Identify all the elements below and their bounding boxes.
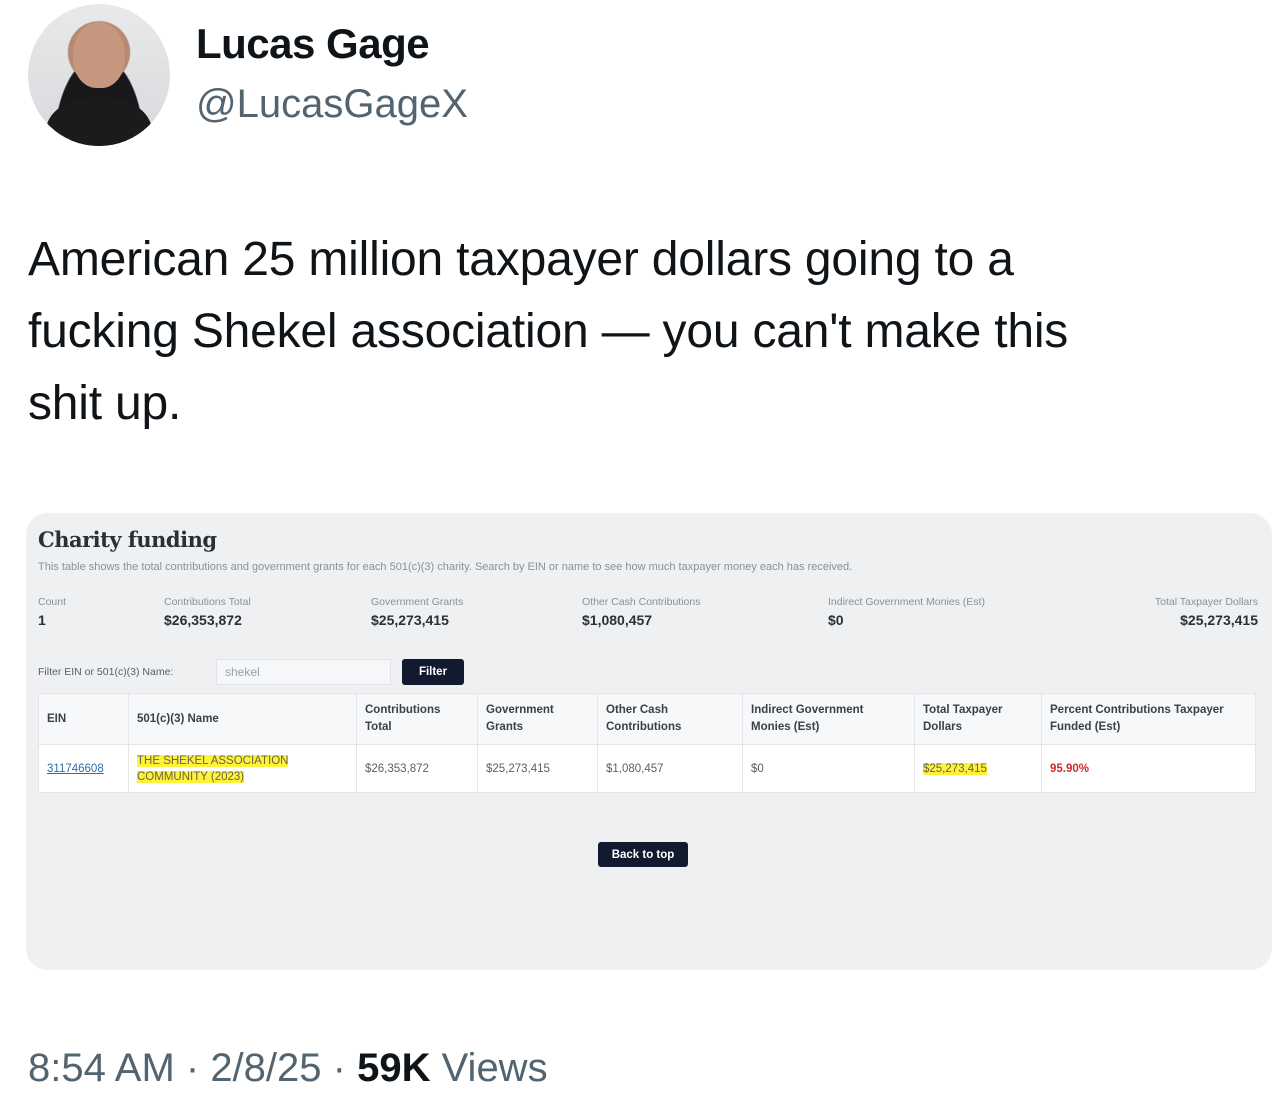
stat-total-taxpayer: Total Taxpayer Dollars $25,273,415 [1155, 596, 1258, 628]
table-row: 311746608 THE SHEKEL ASSOCIATION COMMUNI… [38, 744, 1256, 793]
stat-label: Indirect Government Monies (Est) [828, 596, 985, 608]
avatar[interactable] [28, 4, 170, 146]
stat-value: $26,353,872 [164, 612, 242, 628]
tweet-header: Lucas Gage @LucasGageX [28, 4, 1228, 154]
tweet-time[interactable]: 8:54 AM [28, 1046, 175, 1090]
filter-input[interactable]: shekel [216, 659, 391, 685]
column-header: Other Cash Contributions [597, 693, 743, 745]
stat-count: Count 1 [38, 596, 66, 628]
total-taxpayer-value: $25,273,415 [923, 762, 987, 775]
stat-label: Government Grants [371, 596, 464, 608]
tweet-date[interactable]: 2/8/25 [210, 1046, 321, 1090]
column-header: Indirect Government Monies (Est) [742, 693, 915, 745]
table-cell: THE SHEKEL ASSOCIATION COMMUNITY (2023) [128, 744, 357, 793]
card-description: This table shows the total contributions… [38, 561, 853, 573]
stat-contributions-total: Contributions Total $26,353,872 [164, 596, 251, 628]
views-count: 59K [357, 1046, 431, 1090]
stat-label: Other Cash Contributions [582, 596, 701, 608]
stat-label: Total Taxpayer Dollars [1154, 596, 1258, 608]
table-cell[interactable]: 311746608 [38, 744, 129, 793]
table-cell: $25,273,415 [914, 744, 1042, 793]
stat-value: $1,080,457 [582, 612, 653, 628]
stat-other-cash: Other Cash Contributions $1,080,457 [582, 596, 700, 628]
stat-label: Contributions Total [164, 596, 251, 608]
column-header: Contributions Total [356, 693, 478, 745]
author-name[interactable]: Lucas Gage [196, 20, 430, 68]
table-header-row: EIN 501(c)(3) Name Contributions Total G… [38, 693, 1256, 745]
table-cell: $26,353,872 [356, 744, 478, 793]
stat-value: 1 [38, 612, 46, 628]
ein-link[interactable]: 311746608 [47, 763, 104, 775]
charity-name: THE SHEKEL ASSOCIATION COMMUNITY (2023) [137, 754, 289, 783]
back-to-top-button[interactable]: Back to top [598, 842, 688, 867]
column-header: Government Grants [477, 693, 598, 745]
tweet-text-line: fucking Shekel association — you can't m… [28, 305, 1069, 358]
stat-label: Count [38, 596, 67, 608]
attached-image-card[interactable]: Charity funding This table shows the tot… [26, 513, 1272, 970]
author-handle[interactable]: @LucasGageX [196, 82, 468, 127]
filter-button[interactable]: Filter [402, 659, 464, 685]
column-header: Percent Contributions Taxpayer Funded (E… [1041, 693, 1256, 745]
tweet-text-line: American 25 million taxpayer dollars goi… [28, 233, 1014, 286]
stat-value: $25,273,415 [1180, 612, 1258, 628]
views-label: Views [441, 1046, 548, 1090]
tweet-text-line: shit up. [28, 377, 182, 430]
table-cell: $0 [742, 744, 915, 793]
table-cell: $25,273,415 [477, 744, 598, 793]
percent-funded-value: 95.90% [1050, 762, 1090, 775]
card-title: Charity funding [38, 527, 217, 552]
charity-table: EIN 501(c)(3) Name Contributions Total G… [38, 693, 1256, 793]
stat-value: $0 [828, 612, 844, 628]
tweet-text: American 25 million taxpayer dollars goi… [28, 224, 1258, 440]
stat-government-grants: Government Grants $25,273,415 [371, 596, 463, 628]
column-header: 501(c)(3) Name [128, 693, 357, 745]
column-header: EIN [38, 693, 129, 745]
stat-value: $25,273,415 [371, 612, 449, 628]
filter-label: Filter EIN or 501(c)(3) Name: [38, 666, 174, 678]
column-header: Total Taxpayer Dollars [914, 693, 1042, 745]
stat-indirect-monies: Indirect Government Monies (Est) $0 [828, 596, 985, 628]
table-cell: $1,080,457 [597, 744, 743, 793]
table-cell: 95.90% [1041, 744, 1256, 793]
tweet-meta: 8:54 AM · 2/8/25 · 59K Views [28, 1046, 548, 1090]
